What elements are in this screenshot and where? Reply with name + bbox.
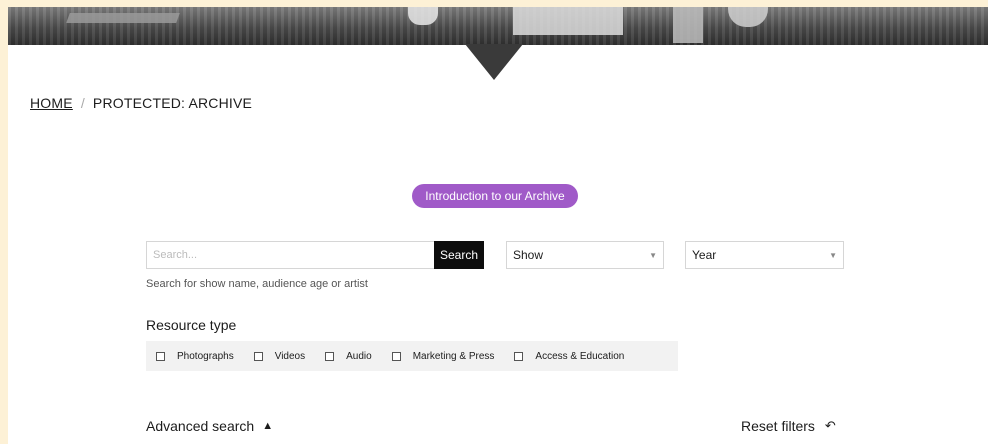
breadcrumb: HOME / PROTECTED: ARCHIVE [30, 95, 252, 111]
show-select[interactable]: Show ▼ [506, 241, 664, 269]
year-select[interactable]: Year ▼ [685, 241, 844, 269]
option-label: Audio [346, 350, 372, 362]
undo-icon: ↶ [824, 418, 836, 433]
checkbox[interactable] [156, 351, 165, 361]
hero-shape [66, 13, 180, 23]
breadcrumb-separator: / [80, 95, 85, 111]
search-hint: Search for show name, audience age or ar… [146, 278, 368, 290]
search-input[interactable]: Search... [146, 241, 434, 269]
chevron-down-icon: ▼ [649, 250, 657, 260]
year-select-value: Year [692, 248, 717, 262]
breadcrumb-current: PROTECTED: ARCHIVE [92, 95, 253, 111]
resource-option-videos[interactable]: Videos [253, 350, 306, 362]
resource-option-marketing-press[interactable]: Marketing & Press [391, 350, 495, 362]
chevron-up-icon: ▲ [262, 420, 274, 432]
checkbox[interactable] [514, 351, 524, 361]
reset-filters-button[interactable]: Reset filters ↶ [741, 418, 836, 434]
hero-banner-image [8, 7, 988, 45]
hero-shape [728, 7, 768, 27]
resource-type-options: Photographs Videos Audio Marketing & Pre… [146, 341, 678, 371]
hero-shape [408, 7, 438, 25]
hero-shape [513, 7, 623, 35]
resource-option-photographs[interactable]: Photographs [156, 351, 234, 362]
hero-shape [673, 7, 703, 43]
search-button[interactable]: Search [434, 241, 484, 269]
intro-archive-button[interactable]: Introduction to our Archive [412, 184, 578, 208]
reset-filters-label: Reset filters [741, 418, 815, 434]
option-label: Photographs [177, 350, 234, 362]
banner-notch [465, 44, 523, 80]
show-select-value: Show [513, 248, 544, 262]
resource-option-access-education[interactable]: Access & Education [514, 351, 624, 362]
advanced-search-toggle[interactable]: Advanced search ▲ [146, 418, 273, 434]
resource-type-title: Resource type [146, 317, 237, 333]
advanced-search-label: Advanced search [146, 418, 255, 434]
checkbox[interactable] [391, 351, 401, 361]
checkbox[interactable] [325, 351, 335, 361]
option-label: Access & Education [535, 350, 625, 362]
option-label: Marketing & Press [412, 350, 495, 362]
option-label: Videos [274, 350, 306, 362]
breadcrumb-home-link[interactable]: HOME [30, 95, 73, 111]
page: HOME / PROTECTED: ARCHIVE Introduction to … [8, 7, 988, 444]
chevron-down-icon: ▼ [829, 250, 837, 260]
checkbox[interactable] [253, 351, 263, 361]
resource-option-audio[interactable]: Audio [325, 351, 372, 362]
